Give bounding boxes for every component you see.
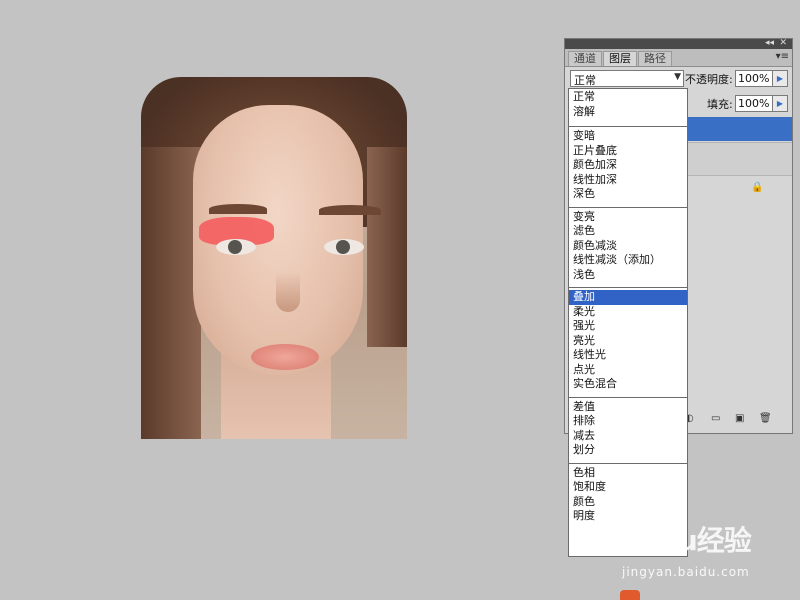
blend-mode-option[interactable]: 深色 <box>569 187 687 202</box>
blend-mode-option[interactable]: 叠加 <box>569 290 687 305</box>
fill-slider-button[interactable]: ▶ <box>772 95 788 112</box>
right-iris <box>336 240 350 254</box>
right-eyebrow <box>319 205 381 215</box>
blend-mode-dropdown: 正常 溶解 变暗 正片叠底 颜色加深 线性加深 深色 变亮 滤色 颜色减淡 线性减淡（添加） 浅色 叠加… <box>568 88 688 557</box>
blend-mode-option[interactable]: 线性光 <box>569 348 687 363</box>
nose <box>276 272 300 312</box>
chevron-down-icon[interactable]: ▼ <box>674 72 681 82</box>
close-icon[interactable]: ✕ <box>779 38 787 48</box>
blend-mode-option[interactable]: 强光 <box>569 319 687 334</box>
blend-mode-group: 叠加 柔光 强光 亮光 线性光 点光 实色混合 <box>569 288 687 398</box>
opacity-label: 不透明度: <box>685 73 733 86</box>
group-folder-icon[interactable]: ▭ <box>711 413 720 424</box>
right-eye <box>324 239 364 255</box>
tab-channels[interactable]: 通道 <box>568 51 602 66</box>
lips <box>251 344 319 370</box>
blend-mode-option[interactable]: 颜色减淡 <box>569 239 687 254</box>
blend-mode-group: 正常 溶解 <box>569 89 687 127</box>
blend-mode-group: 变暗 正片叠底 颜色加深 线性加深 深色 <box>569 127 687 208</box>
watermark-url: jingyan.baidu.com <box>622 565 750 579</box>
blend-mode-option[interactable]: 浅色 <box>569 268 687 283</box>
blend-mode-option[interactable]: 溶解 <box>569 105 687 120</box>
new-layer-icon[interactable]: ▣ <box>735 413 744 424</box>
layer-row[interactable] <box>685 142 792 176</box>
portrait-photo <box>141 77 407 439</box>
blend-mode-option[interactable]: 滤色 <box>569 224 687 239</box>
blend-mode-group: 差值 排除 减去 划分 <box>569 398 687 464</box>
panel-tabs: 通道 图层 路径 ▾≡ <box>565 49 792 67</box>
blend-mode-option[interactable]: 色相 <box>569 466 687 481</box>
left-eye <box>216 239 256 255</box>
blend-mode-option[interactable]: 点光 <box>569 363 687 378</box>
blend-mode-select[interactable]: 正常 ▼ <box>570 70 684 87</box>
blend-mode-option[interactable]: 实色混合 <box>569 377 687 392</box>
tab-layers[interactable]: 图层 <box>603 51 637 66</box>
lock-icon: 🔒 <box>751 182 764 193</box>
trash-icon[interactable]: 🗑 <box>759 413 772 424</box>
panel-menu-icon[interactable]: ▾≡ <box>776 51 789 62</box>
fill-label: 填充: <box>707 98 733 111</box>
blend-mode-option[interactable]: 变暗 <box>569 129 687 144</box>
opacity-slider-button[interactable]: ▶ <box>772 70 788 87</box>
panel-bottom-toolbar: ◐ ▭ ▣ 🗑 <box>685 413 792 429</box>
panel-titlebar[interactable]: ◂◂ ✕ <box>565 38 792 49</box>
blend-mode-option[interactable]: 正常 <box>569 90 687 105</box>
blend-mode-option[interactable]: 线性减淡（添加） <box>569 253 687 268</box>
blend-mode-option[interactable]: 排除 <box>569 414 687 429</box>
blend-mode-option[interactable]: 饱和度 <box>569 480 687 495</box>
blend-mode-option[interactable]: 变亮 <box>569 210 687 225</box>
hair-left <box>141 147 201 439</box>
layers-list-area <box>685 199 792 409</box>
layer-row-selected[interactable] <box>685 117 792 141</box>
opacity-input[interactable]: 100% <box>735 70 773 87</box>
baidu-watermark-logo: Baidu经验 <box>612 524 752 557</box>
blend-mode-option[interactable]: 线性加深 <box>569 173 687 188</box>
blend-mode-option[interactable]: 颜色 <box>569 495 687 510</box>
blend-mode-option[interactable]: 颜色加深 <box>569 158 687 173</box>
taskbar-app-icon[interactable] <box>620 590 640 600</box>
hair-right <box>367 147 407 347</box>
tab-paths[interactable]: 路径 <box>638 51 672 66</box>
left-eyebrow <box>209 204 267 214</box>
blend-mode-option[interactable]: 划分 <box>569 443 687 458</box>
left-iris <box>228 240 242 254</box>
blend-mode-option[interactable]: 正片叠底 <box>569 144 687 159</box>
fill-input[interactable]: 100% <box>735 95 773 112</box>
blend-mode-group: 变亮 滤色 颜色减淡 线性减淡（添加） 浅色 <box>569 208 687 288</box>
blend-mode-option[interactable]: 减去 <box>569 429 687 444</box>
double-chevron-icon[interactable]: ◂◂ <box>765 38 774 48</box>
blend-mode-value: 正常 <box>574 74 596 87</box>
blend-mode-option[interactable]: 柔光 <box>569 305 687 320</box>
blend-mode-option[interactable]: 亮光 <box>569 334 687 349</box>
taskbar-stub <box>618 590 800 600</box>
blend-mode-option[interactable]: 差值 <box>569 400 687 415</box>
